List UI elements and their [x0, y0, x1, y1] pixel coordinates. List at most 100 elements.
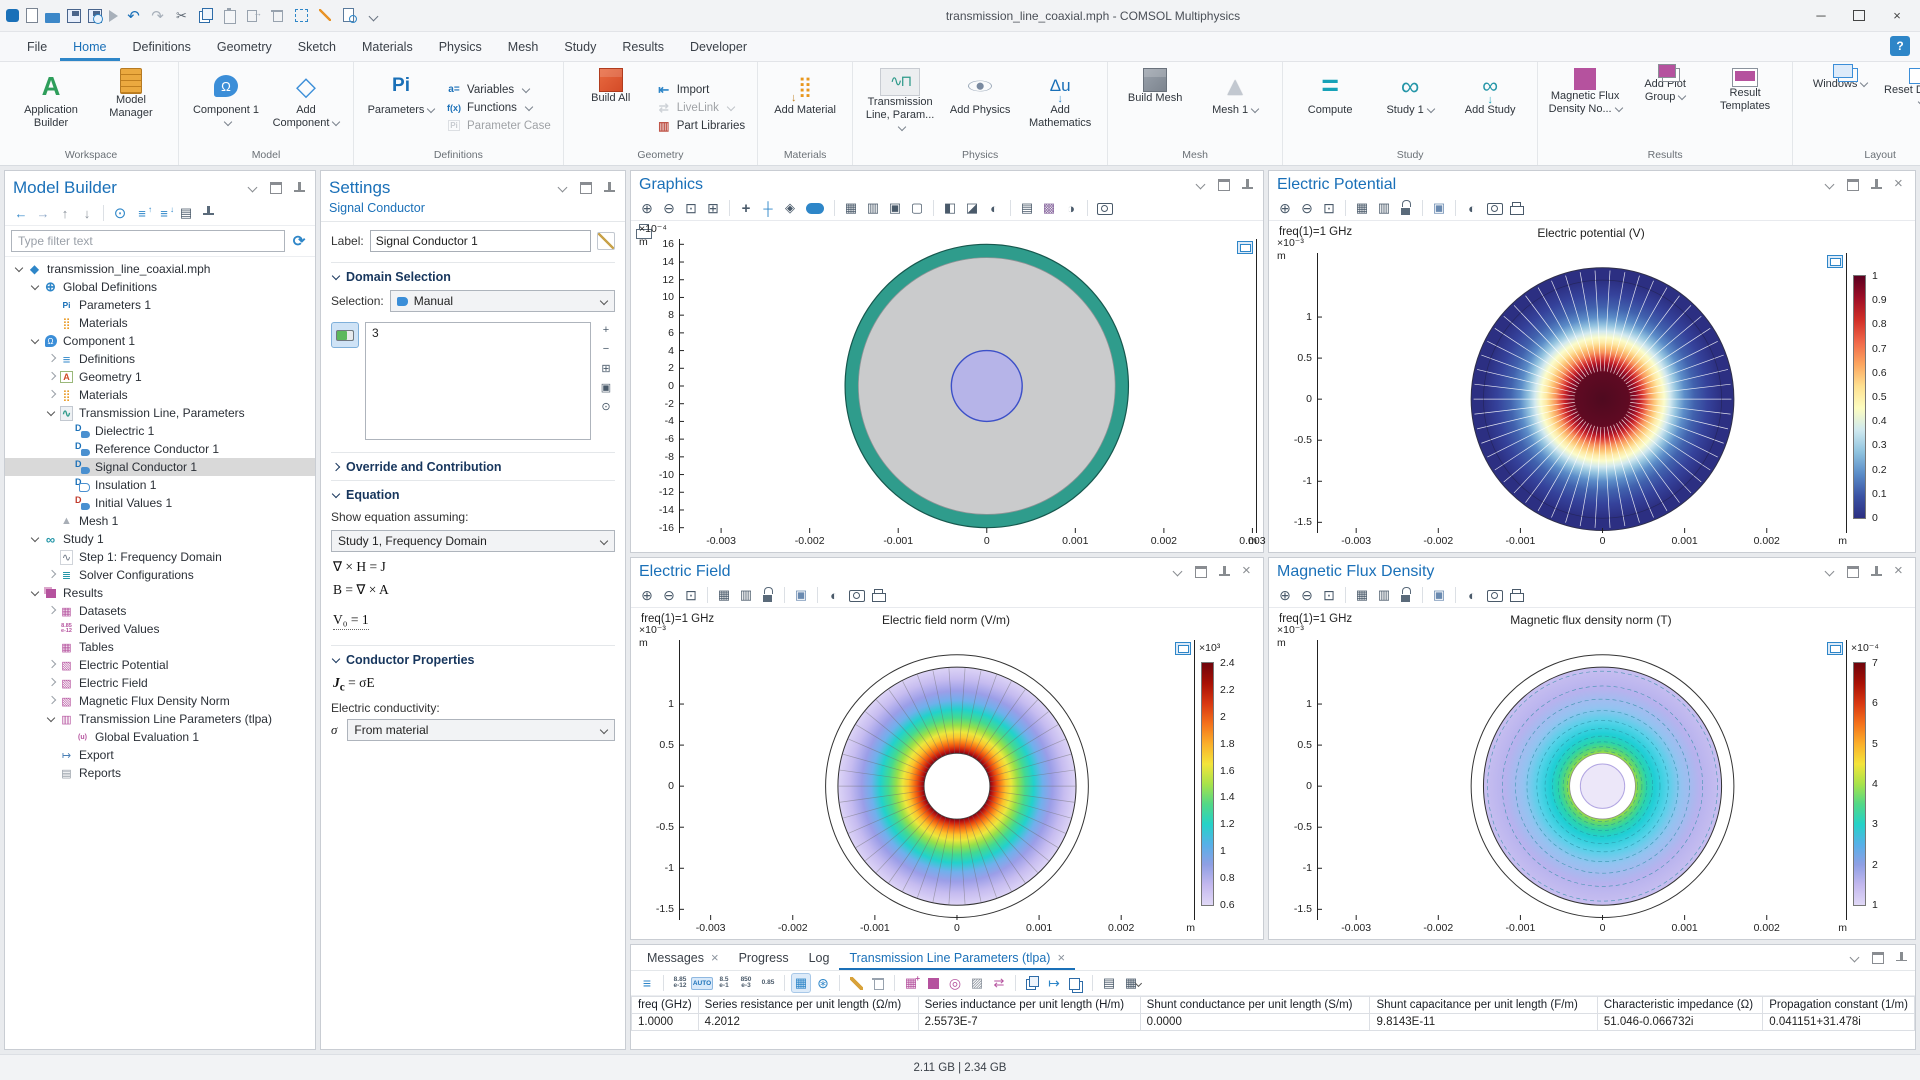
selection-active-toggle[interactable] — [331, 322, 359, 348]
tab-log[interactable]: Log — [799, 945, 840, 970]
pin-icon[interactable] — [1868, 565, 1884, 579]
ribbon-variables-button[interactable]: Variables — [446, 83, 551, 97]
tree-item-reports[interactable]: Reports — [5, 764, 315, 782]
plot-table-icon[interactable] — [945, 973, 965, 993]
tree-twisty-icon[interactable] — [45, 352, 59, 366]
ribbon-build-all-button[interactable]: Build All — [572, 66, 650, 149]
tree-item-datasets[interactable]: Datasets — [5, 602, 315, 620]
zoom-in-icon[interactable] — [1275, 585, 1295, 605]
ribbon-model-manager-button[interactable]: Model Manager — [92, 66, 170, 149]
camera-icon[interactable] — [846, 585, 866, 605]
lock-icon[interactable] — [758, 585, 778, 605]
electric-field-plot[interactable] — [679, 640, 1195, 920]
float-window-icon[interactable] — [1845, 565, 1861, 579]
print-icon[interactable] — [868, 585, 888, 605]
paste-icon[interactable] — [221, 7, 238, 24]
ribbon-add-physics-button[interactable]: Add Physics — [941, 66, 1019, 149]
section-domain-selection[interactable]: Domain Selection — [331, 262, 615, 290]
zoom-extents-icon[interactable] — [681, 198, 701, 218]
ribbon-build-mesh-button[interactable]: Build Mesh — [1116, 66, 1194, 149]
lock-icon[interactable] — [1396, 585, 1416, 605]
add-icon[interactable]: + — [597, 322, 615, 338]
transparency-icon[interactable] — [940, 198, 960, 218]
ribbon-add-component-button[interactable]: Add Component — [267, 66, 345, 149]
menu-geometry[interactable]: Geometry — [204, 32, 285, 61]
camera-icon[interactable] — [1484, 585, 1504, 605]
move-up-icon[interactable] — [55, 203, 75, 223]
precision-85-icon[interactable]: 8.5e-1 — [714, 973, 734, 993]
run-icon[interactable] — [109, 10, 118, 22]
ribbon-magnetic-flux-density-no-button[interactable]: Magnetic Flux Density No... — [1546, 66, 1624, 149]
tab-close-icon[interactable]: × — [711, 950, 719, 965]
show-icon[interactable] — [110, 203, 130, 223]
save-icon[interactable] — [67, 9, 81, 23]
zoom-out-icon[interactable] — [659, 585, 679, 605]
float-window-icon[interactable] — [578, 181, 594, 195]
zoom-in-icon[interactable] — [1275, 198, 1295, 218]
menu-materials[interactable]: Materials — [349, 32, 426, 61]
pin-icon[interactable] — [1216, 565, 1232, 579]
draw-icon[interactable] — [317, 7, 334, 24]
geometry-plot[interactable] — [679, 239, 1257, 533]
chevron-down-icon[interactable] — [1193, 178, 1209, 192]
conductivity-dropdown[interactable]: From material — [347, 719, 615, 741]
save-as-icon[interactable] — [88, 9, 102, 23]
sort-asc-icon[interactable] — [132, 203, 152, 223]
electric-potential-plot[interactable] — [1317, 253, 1847, 533]
magnetic-flux-density-plot[interactable] — [1317, 640, 1847, 920]
tree-item-component-1[interactable]: Component 1 — [5, 332, 315, 350]
image-icon[interactable] — [791, 585, 811, 605]
move-down-icon[interactable] — [77, 203, 97, 223]
selection-dropdown[interactable]: Manual — [390, 290, 615, 312]
select-icon[interactable] — [907, 198, 927, 218]
sort-desc-icon[interactable] — [154, 203, 174, 223]
new-table-icon[interactable] — [901, 973, 921, 993]
view-icon[interactable] — [802, 198, 828, 218]
equation-study-dropdown[interactable]: Study 1, Frequency Domain — [331, 530, 615, 552]
pin-icon[interactable] — [291, 181, 307, 195]
grid2-icon[interactable] — [863, 198, 883, 218]
ribbon-add-mathematics-button[interactable]: Add Mathematics — [1021, 66, 1099, 149]
tree-item-definitions[interactable]: Definitions — [5, 350, 315, 368]
color-table-icon[interactable] — [923, 973, 943, 993]
section-equation[interactable]: Equation — [331, 480, 615, 508]
auto-icon[interactable] — [692, 973, 712, 993]
tree-item-reference-conductor-1[interactable]: Reference Conductor 1 — [5, 440, 315, 458]
chevron-down-icon[interactable] — [555, 181, 571, 195]
snapshot-icon[interactable] — [1237, 241, 1253, 254]
export-icon[interactable] — [1044, 973, 1064, 993]
section-conductor-properties[interactable]: Conductor Properties — [331, 645, 615, 673]
chevron-down-icon[interactable] — [1170, 565, 1186, 579]
zoom-out-icon[interactable] — [659, 198, 679, 218]
menu-results[interactable]: Results — [609, 32, 677, 61]
ribbon-add-material-button[interactable]: Add Material — [766, 66, 844, 149]
tree-twisty-icon[interactable] — [45, 388, 59, 402]
tree-item-parameters-1[interactable]: Parameters 1 — [5, 296, 315, 314]
tree-item-derived-values[interactable]: Derived Values — [5, 620, 315, 638]
environment-icon[interactable] — [1061, 198, 1081, 218]
float-window-icon[interactable] — [1216, 178, 1232, 192]
tree-twisty-icon[interactable] — [29, 532, 43, 546]
tree-twisty-icon[interactable] — [45, 658, 59, 672]
reorder-columns-icon[interactable] — [989, 973, 1009, 993]
grid-icon[interactable] — [841, 198, 861, 218]
delete-icon[interactable] — [868, 973, 888, 993]
minimize-button[interactable]: ─ — [1804, 4, 1838, 28]
forward-icon[interactable] — [33, 203, 53, 223]
image-icon[interactable] — [1429, 585, 1449, 605]
ribbon-part-libraries-button[interactable]: Part Libraries — [656, 119, 745, 133]
undo-icon[interactable] — [125, 7, 142, 24]
zoom-box-icon[interactable] — [703, 198, 723, 218]
snapshot-icon[interactable] — [1827, 642, 1843, 655]
camera-icon[interactable] — [1094, 198, 1114, 218]
pin-icon[interactable] — [1868, 178, 1884, 192]
table-icon[interactable] — [1017, 198, 1037, 218]
new-icon[interactable] — [26, 8, 38, 23]
copy-all-icon[interactable] — [1066, 973, 1086, 993]
table-menu-icon[interactable] — [1121, 973, 1141, 993]
grid2-icon[interactable] — [1374, 198, 1394, 218]
zoom-extents-icon[interactable] — [681, 585, 701, 605]
chevron-down-icon[interactable] — [245, 181, 261, 195]
tree-item-mesh-1[interactable]: Mesh 1 — [5, 512, 315, 530]
grid-icon[interactable] — [1352, 198, 1372, 218]
